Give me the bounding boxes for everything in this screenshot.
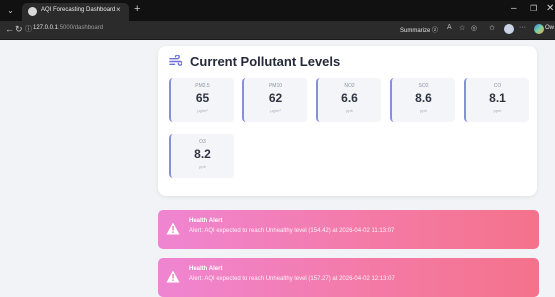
pollutant-unit: ppm	[493, 108, 502, 113]
read-aloud-icon[interactable]: A	[447, 24, 452, 31]
tab-aqi-dashboard[interactable]: AQI Forecasting Dashboard ×	[22, 3, 129, 21]
pollutant-card-pm25: PM2.5 65 μg/m³	[169, 78, 234, 122]
pollutant-name: SO2	[418, 83, 429, 89]
browser-tab-strip: ⌄ AQI Forecasting Dashboard × + – ❐ ✕	[0, 0, 555, 21]
favorites-icon[interactable]: ✩	[489, 24, 495, 32]
pollutant-card-no2: NO2 6.6 ppb	[316, 78, 381, 122]
alert-title: Health Alert	[189, 218, 223, 224]
new-tab-button[interactable]: +	[134, 3, 140, 15]
pollutant-name: O3	[199, 139, 206, 145]
pollutant-unit: ppb	[420, 108, 427, 113]
url-host: 127.0.0.1	[33, 25, 59, 31]
pollutant-value: 65	[195, 91, 210, 105]
pollutant-value: 8.6	[415, 91, 432, 105]
window-minimize-button[interactable]: –	[511, 3, 517, 14]
favorites-star-icon[interactable]: ☆	[459, 24, 465, 32]
pollutant-value: 8.2	[194, 147, 211, 161]
health-alert: Health Alert Alert: AQI expected to reac…	[158, 258, 539, 297]
pollutant-name: PM10	[268, 83, 283, 89]
tab-close-button[interactable]: ×	[116, 5, 121, 14]
pollutant-unit: ppb	[346, 108, 353, 113]
pollutant-value: 6.6	[341, 91, 358, 105]
profile-chat-label: Ow	[545, 25, 554, 31]
pollutant-card-pm10: PM10 62 μg/m³	[242, 78, 307, 122]
address-bar: ← ↻ ⓘ 127.0.0.1:5000/dashboard Summarize…	[0, 21, 555, 40]
window-maximize-button[interactable]: ❐	[530, 4, 537, 13]
pollutant-card-so2: SO2 8.6 ppb	[390, 78, 455, 122]
reload-icon[interactable]: ↻	[15, 24, 23, 35]
url-path: :5000/dashboard	[58, 25, 104, 31]
pollutant-unit: ppb	[199, 164, 206, 169]
extensions-icon[interactable]: ◎	[471, 24, 477, 32]
url-field[interactable]: 127.0.0.1:5000/dashboard	[33, 25, 103, 31]
pollutant-name: CO	[493, 83, 502, 89]
wind-icon	[169, 55, 182, 66]
health-alert: Health Alert Alert: AQI expected to reac…	[158, 210, 539, 249]
site-info-icon[interactable]: ⓘ	[25, 24, 32, 34]
more-icon[interactable]: ···	[519, 24, 526, 31]
pollutant-value: 62	[268, 91, 283, 105]
warning-icon	[166, 222, 180, 235]
pollutant-value: 8.1	[489, 91, 506, 105]
summarize-label: Summarize	[400, 28, 431, 34]
pollutant-card-o3: O3 8.2 ppb	[169, 134, 234, 178]
globe-icon	[28, 7, 37, 16]
back-icon[interactable]: ←	[5, 24, 14, 34]
sidebar-toggle-icon[interactable]: ⌄	[5, 5, 16, 16]
pollutant-unit: μg/m³	[270, 108, 281, 113]
alert-message: Alert: AQI expected to reach Unhealthy l…	[189, 276, 395, 282]
pollutant-unit: μg/m³	[197, 108, 208, 113]
pollutant-card-co: CO 8.1 ppm	[464, 78, 529, 122]
alert-title: Health Alert	[189, 266, 223, 272]
alert-message: Alert: AQI expected to reach Unhealthy l…	[189, 228, 395, 234]
profile-icon[interactable]	[504, 24, 514, 34]
window-close-button[interactable]: ✕	[546, 3, 554, 14]
pollutant-levels-card: Current Pollutant Levels PM2.5 65 μg/m³ …	[158, 46, 537, 196]
pollutant-name: NO2	[344, 83, 355, 89]
pollutant-name: PM2.5	[195, 83, 210, 89]
copilot-icon[interactable]	[534, 24, 544, 34]
warning-icon	[166, 270, 180, 283]
pollutant-levels-title: Current Pollutant Levels	[190, 54, 341, 69]
summarize-button[interactable]: Summarize ⓩ	[400, 25, 438, 34]
tab-title: AQI Forecasting Dashboard	[41, 7, 116, 13]
